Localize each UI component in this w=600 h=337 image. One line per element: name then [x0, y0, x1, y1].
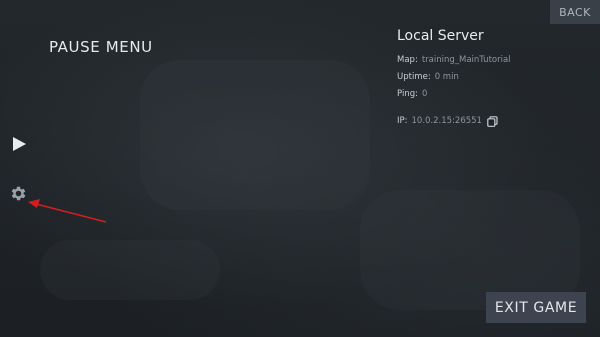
- ip-value: 10.0.2.15:26551: [411, 116, 482, 126]
- uptime-value: 0 min: [434, 72, 459, 82]
- uptime-label: Uptime:: [397, 72, 431, 82]
- play-icon[interactable]: [11, 136, 27, 152]
- server-name: Local Server: [397, 28, 484, 44]
- ip-label: IP:: [397, 116, 408, 126]
- gear-icon[interactable]: [9, 184, 28, 203]
- map-label: Map:: [397, 55, 418, 65]
- exit-game-button[interactable]: EXIT GAME: [486, 292, 586, 323]
- ip-row: IP: 10.0.2.15:26551: [397, 113, 587, 130]
- map-value: training_MainTutorial: [421, 55, 511, 65]
- background-shape: [40, 240, 220, 300]
- copy-icon[interactable]: [487, 116, 498, 127]
- ping-row: Ping: 0: [397, 86, 587, 103]
- background-shape: [140, 60, 370, 210]
- uptime-row: Uptime: 0 min: [397, 69, 587, 86]
- server-info-panel: Local Server Map: training_MainTutorial U…: [397, 28, 587, 130]
- ping-label: Ping:: [397, 89, 418, 99]
- ping-value: 0: [421, 89, 428, 99]
- page-title: PAUSE MENU: [49, 38, 153, 56]
- back-button[interactable]: BACK: [550, 0, 600, 24]
- map-row: Map: training_MainTutorial: [397, 52, 587, 69]
